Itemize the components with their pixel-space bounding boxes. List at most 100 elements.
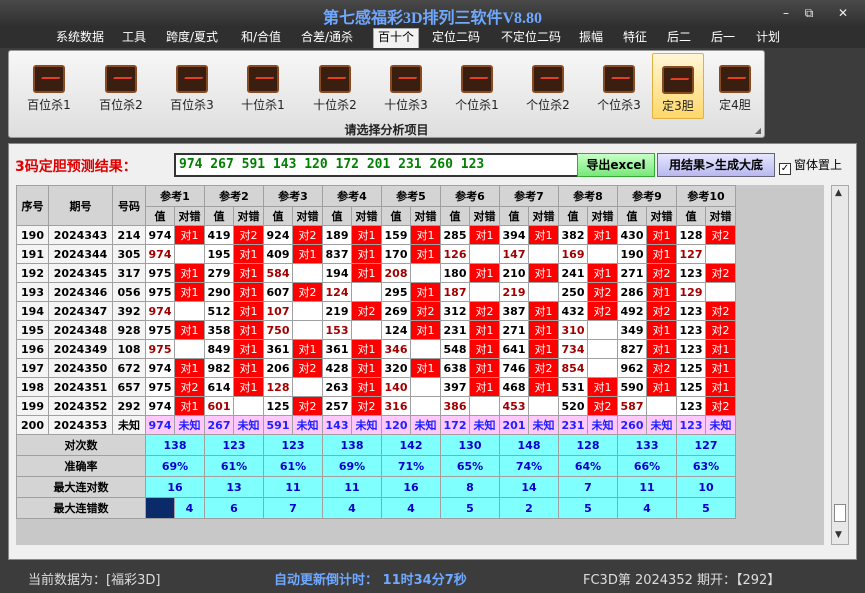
column-header[interactable]: 号码 (112, 185, 146, 226)
result-subheader[interactable]: 对错 (469, 206, 500, 226)
ref-value-cell[interactable]: 430 (617, 225, 647, 245)
ref-result-cell[interactable] (469, 282, 500, 302)
stats-value-cell[interactable]: 4 (322, 497, 382, 519)
ref-value-cell[interactable]: 290 (204, 282, 234, 302)
row-period[interactable]: 2024346 (48, 282, 113, 302)
ref-value-cell[interactable]: 607 (263, 282, 293, 302)
row-period[interactable]: 2024345 (48, 263, 113, 283)
tool-button-10[interactable]: 定3胆 (652, 53, 704, 119)
ref-value-cell[interactable]: 975 (145, 263, 175, 283)
ref-value-cell[interactable]: 638 (440, 358, 470, 378)
menu-item-3[interactable]: 跨度/夏式 (162, 29, 222, 47)
value-subheader[interactable]: 值 (676, 206, 706, 226)
result-subheader[interactable]: 对错 (410, 206, 441, 226)
ref-value-cell[interactable]: 982 (204, 358, 234, 378)
tool-button-11[interactable]: 定4胆 (709, 53, 761, 119)
export-excel-button[interactable]: 导出excel (577, 153, 655, 177)
predicted-value-cell[interactable]: 231 (558, 415, 588, 435)
ref-value-cell[interactable]: 746 (499, 358, 529, 378)
ref-value-cell[interactable]: 190 (617, 244, 647, 264)
tool-button-9[interactable]: 个位杀3 (585, 53, 653, 119)
tool-button-7[interactable]: 个位杀1 (443, 53, 511, 119)
ref-result-cell[interactable]: 对1 (351, 244, 382, 264)
ref-value-cell[interactable]: 169 (558, 244, 588, 264)
column-header[interactable]: 期号 (48, 185, 113, 226)
ref-result-cell[interactable]: 对1 (528, 377, 559, 397)
ref-result-cell[interactable]: 对1 (528, 225, 559, 245)
menu-item-5[interactable]: 合差/通杀 (297, 29, 357, 47)
stats-value-cell[interactable]: 71% (381, 455, 441, 477)
ref-header[interactable]: 参考3 (263, 185, 323, 207)
row-index[interactable]: 193 (16, 282, 49, 302)
table-row[interactable]: 190 2024343 214 974 对1 419 对2 924 对2 189 对1 159 对1 28… (16, 225, 736, 245)
ref-result-cell[interactable] (528, 282, 559, 302)
ref-result-cell[interactable]: 对1 (646, 244, 677, 264)
ref-value-cell[interactable]: 614 (204, 377, 234, 397)
predicted-value-cell[interactable]: 591 (263, 415, 293, 435)
stats-value-cell[interactable]: 11 (617, 476, 677, 498)
ref-header[interactable]: 参考4 (322, 185, 382, 207)
ref-value-cell[interactable]: 734 (558, 339, 588, 359)
row-index[interactable]: 200 (16, 415, 49, 435)
result-subheader[interactable]: 对错 (174, 206, 205, 226)
menu-item-11[interactable]: 后二 (663, 29, 695, 47)
ref-result-cell[interactable] (587, 358, 618, 378)
ref-header[interactable]: 参考6 (440, 185, 500, 207)
ref-result-cell[interactable]: 对1 (705, 358, 736, 378)
result-subheader[interactable]: 对错 (233, 206, 264, 226)
row-index[interactable]: 191 (16, 244, 49, 264)
ref-header[interactable]: 参考7 (499, 185, 559, 207)
ref-result-cell[interactable] (292, 320, 323, 340)
ref-result-cell[interactable]: 对1 (233, 358, 264, 378)
ref-value-cell[interactable]: 837 (322, 244, 352, 264)
ref-result-cell[interactable]: 对1 (646, 225, 677, 245)
stats-value-cell[interactable]: 138 (322, 434, 382, 456)
ref-result-cell[interactable] (646, 396, 677, 416)
row-period[interactable]: 2024351 (48, 377, 113, 397)
ref-value-cell[interactable]: 974 (145, 396, 175, 416)
stats-label[interactable]: 对次数 (16, 434, 146, 456)
row-code[interactable]: 292 (112, 396, 146, 416)
predicted-status-cell[interactable]: 未知 (705, 415, 736, 435)
ref-result-cell[interactable]: 对1 (233, 320, 264, 340)
ref-value-cell[interactable]: 849 (204, 339, 234, 359)
predicted-value-cell[interactable]: 143 (322, 415, 352, 435)
ref-value-cell[interactable]: 128 (676, 225, 706, 245)
ref-result-cell[interactable]: 对2 (587, 396, 618, 416)
stats-value-cell[interactable]: 7 (558, 476, 618, 498)
ref-result-cell[interactable]: 对1 (587, 377, 618, 397)
predicted-value-cell[interactable]: 123 (676, 415, 706, 435)
ref-result-cell[interactable] (705, 244, 736, 264)
tool-button-2[interactable]: 百位杀2 (87, 53, 155, 119)
stats-value-cell[interactable]: 61% (263, 455, 323, 477)
result-subheader[interactable]: 对错 (705, 206, 736, 226)
ref-result-cell[interactable]: 对1 (174, 358, 205, 378)
stats-value-cell[interactable]: 5 (676, 497, 736, 519)
ref-value-cell[interactable]: 974 (145, 301, 175, 321)
ref-value-cell[interactable]: 286 (617, 282, 647, 302)
restore-icon[interactable]: ⧉ (798, 6, 820, 21)
ref-value-cell[interactable]: 279 (204, 263, 234, 283)
stats-value-cell[interactable]: 61% (204, 455, 264, 477)
row-code[interactable]: 未知 (112, 415, 146, 435)
tool-button-8[interactable]: 个位杀2 (514, 53, 582, 119)
row-code[interactable]: 317 (112, 263, 146, 283)
scroll-up-icon[interactable]: ▲ (835, 188, 842, 198)
ref-result-cell[interactable]: 对1 (233, 301, 264, 321)
table-row[interactable]: 198 2024351 657 975 对2 614 对1 128 263 对1 140 397 对1 4… (16, 377, 736, 397)
ref-result-cell[interactable]: 对1 (469, 320, 500, 340)
ref-value-cell[interactable]: 975 (145, 282, 175, 302)
ref-result-cell[interactable] (292, 301, 323, 321)
ref-value-cell[interactable]: 295 (381, 282, 411, 302)
ref-result-cell[interactable]: 对1 (528, 263, 559, 283)
ref-value-cell[interactable]: 269 (381, 301, 411, 321)
row-code[interactable]: 928 (112, 320, 146, 340)
ref-value-cell[interactable]: 520 (558, 396, 588, 416)
table-row[interactable]: 195 2024348 928 975 对1 358 对1 750 153 124 对1 231 对1 2… (16, 320, 736, 340)
stats-value-cell[interactable]: 11 (263, 476, 323, 498)
menu-item-2[interactable]: 工具 (118, 29, 150, 47)
ref-value-cell[interactable]: 584 (263, 263, 293, 283)
row-code[interactable]: 056 (112, 282, 146, 302)
stats-label[interactable]: 准确率 (16, 455, 146, 477)
ref-value-cell[interactable]: 432 (558, 301, 588, 321)
